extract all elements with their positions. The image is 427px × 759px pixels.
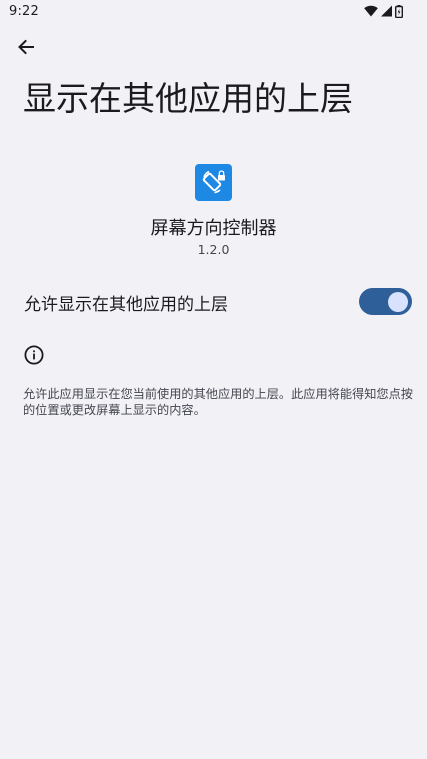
switch-thumb [388,291,408,312]
permission-toggle-label: 允许显示在其他应用的上层 [24,295,228,315]
status-icons [364,4,403,18]
status-bar: 9:22 [0,0,427,24]
permission-description: 允许此应用显示在您当前使用的其他应用的上层。此应用将能得知您点按的位置或更改屏幕… [23,387,413,417]
arrow-left-icon [16,37,36,61]
status-time: 9:22 [9,4,39,19]
info-icon [24,345,44,365]
permission-toggle-row[interactable]: 允许显示在其他应用的上层 [0,280,427,324]
signal-icon [381,5,392,17]
app-screen: 9:22 显示在其他应用的上层 屏幕方向控制器 1.2.0 允许显示在其他应用的… [0,0,427,759]
app-version: 1.2.0 [197,242,230,257]
screen-rotation-lock-icon [201,168,227,198]
battery-icon [395,4,403,18]
page-title: 显示在其他应用的上层 [23,79,353,118]
wifi-icon [364,5,378,17]
app-icon [195,164,232,201]
permission-switch[interactable] [359,288,412,315]
back-button[interactable] [10,33,42,65]
app-name: 屏幕方向控制器 [150,218,277,239]
